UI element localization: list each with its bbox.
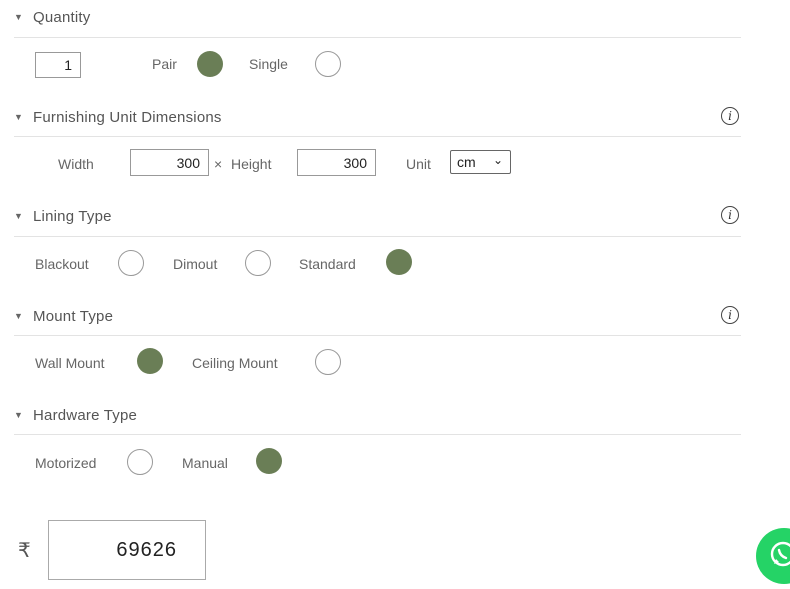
times-sign: × [214,156,223,172]
height-label: Height [231,156,272,172]
section-hardware-header[interactable]: ▼ Hardware Type [14,404,741,426]
height-input[interactable]: 300 [297,149,376,176]
section-title: Furnishing Unit Dimensions [33,108,222,126]
option-label-manual: Manual [182,455,228,471]
radio-dimout[interactable] [245,250,271,276]
divider [14,434,741,435]
chevron-down-icon: ▼ [14,311,23,321]
chevron-down-icon: ⌄ [492,153,503,167]
section-title: Mount Type [33,307,114,325]
chevron-down-icon: ▼ [14,112,23,122]
option-label-standard: Standard [299,256,356,272]
divider [14,136,741,137]
option-label-single: Single [249,56,288,72]
info-icon[interactable]: i [721,306,739,324]
whatsapp-button[interactable] [756,528,790,584]
radio-motorized[interactable] [127,449,153,475]
radio-pair[interactable] [197,51,223,77]
option-label-wall-mount: Wall Mount [35,355,105,371]
radio-standard[interactable] [386,249,412,275]
radio-single[interactable] [315,51,341,77]
chevron-down-icon: ▼ [14,410,23,420]
chevron-down-icon: ▼ [14,211,23,221]
section-quantity-header[interactable]: ▼ Quantity [14,6,741,28]
section-title: Lining Type [33,207,112,225]
option-label-motorized: Motorized [35,455,97,471]
divider [14,37,741,38]
radio-blackout[interactable] [118,250,144,276]
unit-label: Unit [406,156,431,172]
chevron-down-icon: ▼ [14,12,23,22]
option-label-blackout: Blackout [35,256,89,272]
unit-select-value: cm [457,154,476,170]
section-title: Quantity [33,8,91,26]
option-label-dimout: Dimout [173,256,218,272]
divider [14,236,741,237]
radio-ceiling-mount[interactable] [315,349,341,375]
section-dimensions-header[interactable]: ▼ Furnishing Unit Dimensions i [14,106,741,128]
whatsapp-icon [770,541,790,567]
option-label-ceiling-mount: Ceiling Mount [192,355,278,371]
quantity-input[interactable]: 1 [35,52,81,78]
section-title: Hardware Type [33,406,138,424]
currency-symbol: ₹ [18,540,31,562]
unit-select[interactable]: cm ⌄ [450,150,511,174]
width-input[interactable]: 300 [130,149,209,176]
price-field: 69626 [48,520,206,580]
option-label-pair: Pair [152,56,177,72]
section-lining-header[interactable]: ▼ Lining Type i [14,205,741,227]
radio-manual[interactable] [256,448,282,474]
width-label: Width [58,156,94,172]
divider [14,335,741,336]
section-mount-header[interactable]: ▼ Mount Type i [14,305,741,327]
radio-wall-mount[interactable] [137,348,163,374]
info-icon[interactable]: i [721,206,739,224]
info-icon[interactable]: i [721,107,739,125]
